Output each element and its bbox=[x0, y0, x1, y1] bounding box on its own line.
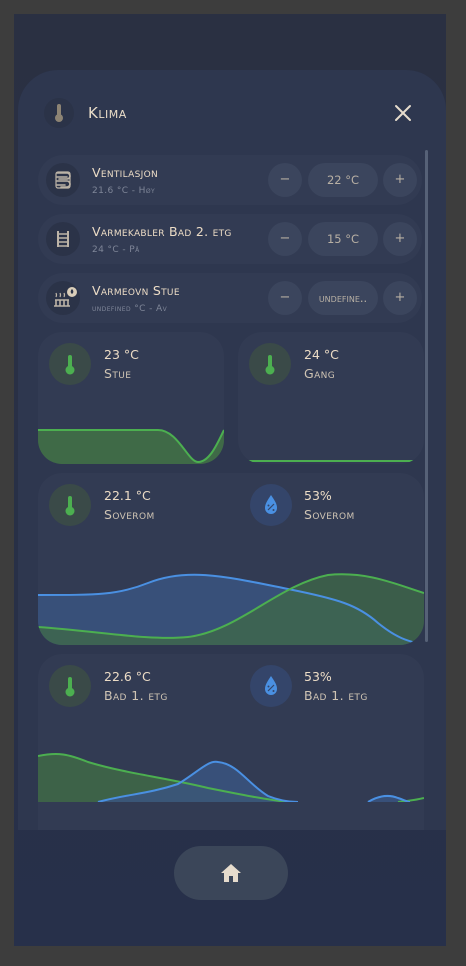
ventilation-icon bbox=[46, 163, 80, 197]
setpoint-display: undefine.. bbox=[308, 281, 378, 315]
heating-cable-icon bbox=[46, 222, 80, 256]
climate-row-name: Ventilasjon bbox=[92, 165, 158, 180]
decrease-button[interactable]: − bbox=[268, 222, 302, 256]
climate-dialog: Klima Ventilasjon 21.6 °C - Høy − 22 °C … bbox=[18, 70, 446, 830]
sensor-name: Soverom bbox=[104, 507, 155, 522]
close-icon[interactable] bbox=[392, 102, 414, 124]
temperature-sparkline bbox=[38, 429, 224, 464]
thermometer-icon bbox=[49, 484, 91, 526]
climate-row-varmekabler[interactable]: Varmekabler Bad 2. etg 24 °C - På − 15 °… bbox=[38, 214, 422, 264]
increase-button[interactable]: + bbox=[383, 222, 417, 256]
temperature-sparkline bbox=[238, 460, 424, 462]
thermometer-icon bbox=[49, 665, 91, 707]
thermometer-icon bbox=[49, 343, 91, 385]
humidity-value: 53% bbox=[304, 669, 332, 684]
sensor-name: Gang bbox=[304, 366, 336, 381]
climate-row-name: Varmekabler Bad 2. etg bbox=[92, 224, 232, 239]
thermometer-icon bbox=[249, 343, 291, 385]
setpoint-display: 22 °C bbox=[308, 163, 378, 197]
sensor-card-stue[interactable]: 23 °C Stue bbox=[38, 332, 224, 464]
history-graph bbox=[38, 573, 424, 645]
temperature-value: 24 °C bbox=[304, 347, 339, 362]
decrease-button[interactable]: − bbox=[268, 281, 302, 315]
sensor-card-soverom[interactable]: 22.1 °C Soverom 53% Soverom bbox=[38, 473, 424, 645]
climate-row-status: 24 °C - På bbox=[92, 245, 140, 255]
sensor-card-bad[interactable]: 22.6 °C Bad 1. etg 53% Bad 1. etg bbox=[38, 654, 424, 830]
scrollbar[interactable] bbox=[425, 150, 428, 642]
temperature-value: 22.6 °C bbox=[104, 669, 151, 684]
setpoint-display: 15 °C bbox=[308, 222, 378, 256]
humidity-value: 53% bbox=[304, 488, 332, 503]
decrease-button[interactable]: − bbox=[268, 163, 302, 197]
climate-row-ventilasjon[interactable]: Ventilasjon 21.6 °C - Høy − 22 °C + bbox=[38, 155, 422, 205]
history-graph bbox=[38, 753, 424, 802]
sensor-name: Bad 1. etg bbox=[304, 688, 368, 703]
climate-row-status: 21.6 °C - Høy bbox=[92, 186, 156, 196]
sensor-card-gang[interactable]: 24 °C Gang bbox=[238, 332, 424, 464]
sensor-name: Soverom bbox=[304, 507, 355, 522]
radiator-flame-icon bbox=[46, 281, 80, 315]
temperature-value: 23 °C bbox=[104, 347, 139, 362]
increase-button[interactable]: + bbox=[383, 281, 417, 315]
home-icon bbox=[221, 864, 241, 882]
home-button[interactable] bbox=[174, 846, 288, 900]
increase-button[interactable]: + bbox=[383, 163, 417, 197]
sensor-name: Stue bbox=[104, 366, 132, 381]
climate-row-status: undefined °C - Av bbox=[92, 304, 168, 314]
climate-row-name: Varmeovn Stue bbox=[92, 283, 180, 298]
temperature-value: 22.1 °C bbox=[104, 488, 151, 503]
humidity-icon bbox=[250, 484, 292, 526]
dialog-header: Klima bbox=[18, 70, 446, 154]
dialog-title: Klima bbox=[88, 104, 127, 122]
thermometer-icon bbox=[44, 98, 74, 128]
humidity-icon bbox=[250, 665, 292, 707]
sensor-name: Bad 1. etg bbox=[104, 688, 168, 703]
climate-row-varmeovn[interactable]: Varmeovn Stue undefined °C - Av − undefi… bbox=[38, 273, 422, 323]
